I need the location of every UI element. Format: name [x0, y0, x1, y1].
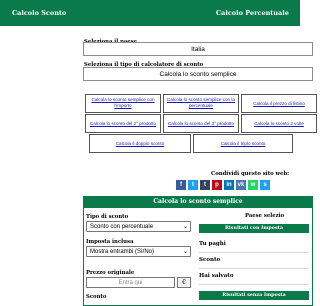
- button-row-1: Calcola lo sconto semplice con l'importo…: [85, 94, 317, 113]
- discount-type-label: Tipo di sconto: [86, 214, 129, 220]
- divider: [199, 268, 309, 269]
- btn-sconto-2-volte[interactable]: Calcola lo sconto 2 volte: [241, 114, 317, 133]
- btn-prezzo-listino[interactable]: Calcola il prezzo di listino: [241, 94, 317, 113]
- result-you-pay: Tu paghi: [199, 241, 226, 247]
- button-row-3: Calcola il doppio sconto Calcola il trip…: [89, 134, 300, 153]
- discount-label: Sconto: [86, 294, 107, 300]
- chevron-down-icon: ⌄: [182, 224, 188, 230]
- btn-sconto-3-prodotto[interactable]: Calcola lo sconto del 3° prodotto: [163, 114, 239, 133]
- calc-type-select[interactable]: Calcola lo sconto semplice: [83, 67, 313, 81]
- tax-results-header: Risultati con Imposta: [199, 224, 309, 233]
- calculator-header: Calcola lo sconto semplice: [83, 196, 313, 208]
- vk-icon[interactable]: vk: [236, 180, 246, 190]
- twitter-icon[interactable]: t: [188, 180, 198, 190]
- discount-type-select[interactable]: Sconto con percentuale ⌄: [86, 221, 191, 232]
- whatsapp-icon[interactable]: w: [248, 180, 258, 190]
- divider: [199, 284, 309, 285]
- tumblr-icon[interactable]: t: [200, 180, 210, 190]
- btn-sconto-2-prodotto[interactable]: Calcola lo sconto del 2° prodotto: [85, 114, 161, 133]
- calc-type-select-value: Calcola lo sconto semplice: [159, 71, 237, 78]
- result-country-title: Paese selezio: [245, 213, 285, 219]
- btn-triplo-sconto[interactable]: Calcola il triplo sconto: [193, 134, 293, 153]
- btn-sconto-importo[interactable]: Calcola lo sconto semplice con l'importo: [85, 94, 161, 113]
- tax-select-value: Mostra entrambi (Sì/No): [90, 249, 155, 255]
- button-row-2: Calcola lo sconto del 2° prodotto Calcol…: [85, 114, 317, 133]
- tax-label: Imposta inclusa: [86, 239, 134, 245]
- facebook-icon[interactable]: f: [176, 180, 186, 190]
- share-icon[interactable]: s: [260, 180, 270, 190]
- btn-sconto-percentuale[interactable]: Calcola lo sconto semplice con la percen…: [163, 94, 239, 113]
- divider: [199, 252, 309, 253]
- share-title: Condividi questo sito web:: [211, 171, 290, 177]
- linkedin-icon[interactable]: in: [224, 180, 234, 190]
- currency-addon: €: [177, 277, 191, 288]
- tax-select[interactable]: Mostra entrambi (Sì/No) ⌄: [86, 246, 191, 257]
- country-select-value: Italia: [191, 46, 205, 53]
- top-nav: Calcolo Sconto Calcolo Percentuale: [0, 0, 300, 26]
- price-label: Prezzo originale: [86, 270, 135, 276]
- pinterest-icon[interactable]: p: [212, 180, 222, 190]
- notax-results-header: Risultati senza Imposta: [199, 291, 309, 300]
- price-input[interactable]: Entra qui: [86, 277, 175, 288]
- chevron-down-icon: ⌄: [182, 249, 188, 255]
- discount-type-value: Sconto con percentuale: [90, 224, 154, 230]
- result-discount: Sconto: [199, 257, 221, 263]
- tab-calcolo-percentuale[interactable]: Calcolo Percentuale: [216, 9, 289, 17]
- btn-doppio-sconto[interactable]: Calcola il doppio sconto: [89, 134, 191, 153]
- tab-calcolo-sconto[interactable]: Calcolo Sconto: [12, 9, 66, 17]
- result-saved: Hai salvato: [199, 273, 234, 279]
- country-select[interactable]: Italia: [83, 42, 313, 56]
